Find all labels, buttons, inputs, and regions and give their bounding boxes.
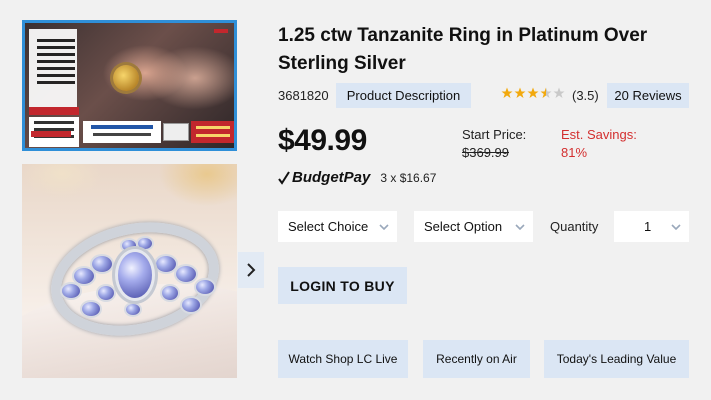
select-option-dropdown[interactable]: Select Option xyxy=(414,211,533,242)
todays-leading-value-button[interactable]: Today's Leading Value xyxy=(544,340,689,378)
star-full-icon xyxy=(501,87,513,98)
rating-value: (3.5) xyxy=(572,88,599,103)
start-price: $369.99 xyxy=(462,145,509,160)
product-description-button[interactable]: Product Description xyxy=(336,83,471,108)
video-ring-gem xyxy=(113,65,139,91)
rating-stars xyxy=(501,87,565,99)
checkmark-icon xyxy=(278,170,290,185)
budgetpay: BudgetPay 3 x $16.67 xyxy=(278,169,436,186)
chevron-right-icon xyxy=(247,263,256,277)
chevron-down-icon xyxy=(379,223,389,230)
star-full-icon xyxy=(514,87,526,98)
chevron-down-icon xyxy=(515,223,525,230)
product-image[interactable] xyxy=(22,164,237,378)
reviews-button[interactable]: 20 Reviews xyxy=(607,83,689,108)
budgetpay-logo: BudgetPay xyxy=(292,169,371,186)
select-choice-label: Select Choice xyxy=(288,219,369,234)
product-title: 1.25 ctw Tanzanite Ring in Platinum Over… xyxy=(278,25,648,74)
quantity-label: Quantity xyxy=(550,219,599,234)
savings-value: 81% xyxy=(561,145,588,160)
center-gem xyxy=(118,252,152,298)
start-price-label: Start Price: xyxy=(462,127,527,142)
quantity-dropdown[interactable]: 1 xyxy=(614,211,689,242)
select-option-label: Select Option xyxy=(424,219,503,234)
select-choice-dropdown[interactable]: Select Choice xyxy=(278,211,397,242)
quantity-value: 1 xyxy=(644,219,652,234)
budgetpay-terms: 3 x $16.67 xyxy=(380,170,437,185)
video-frame xyxy=(25,23,234,148)
login-to-buy-button[interactable]: LOGIN TO BUY xyxy=(278,267,407,304)
chevron-down-icon xyxy=(671,223,681,230)
watch-live-button[interactable]: Watch Shop LC Live xyxy=(278,340,408,378)
star-half-icon xyxy=(540,87,552,98)
carousel-next-button[interactable] xyxy=(238,252,264,288)
video-overlay-panel xyxy=(29,29,77,109)
price: $49.99 xyxy=(278,124,367,157)
savings-label: Est. Savings: xyxy=(561,127,637,142)
item-number: 3681820 xyxy=(278,88,329,103)
star-empty-icon xyxy=(553,87,565,98)
video-thumbnail[interactable] xyxy=(22,20,237,151)
recently-on-air-button[interactable]: Recently on Air xyxy=(423,340,530,378)
star-full-icon xyxy=(527,87,539,98)
